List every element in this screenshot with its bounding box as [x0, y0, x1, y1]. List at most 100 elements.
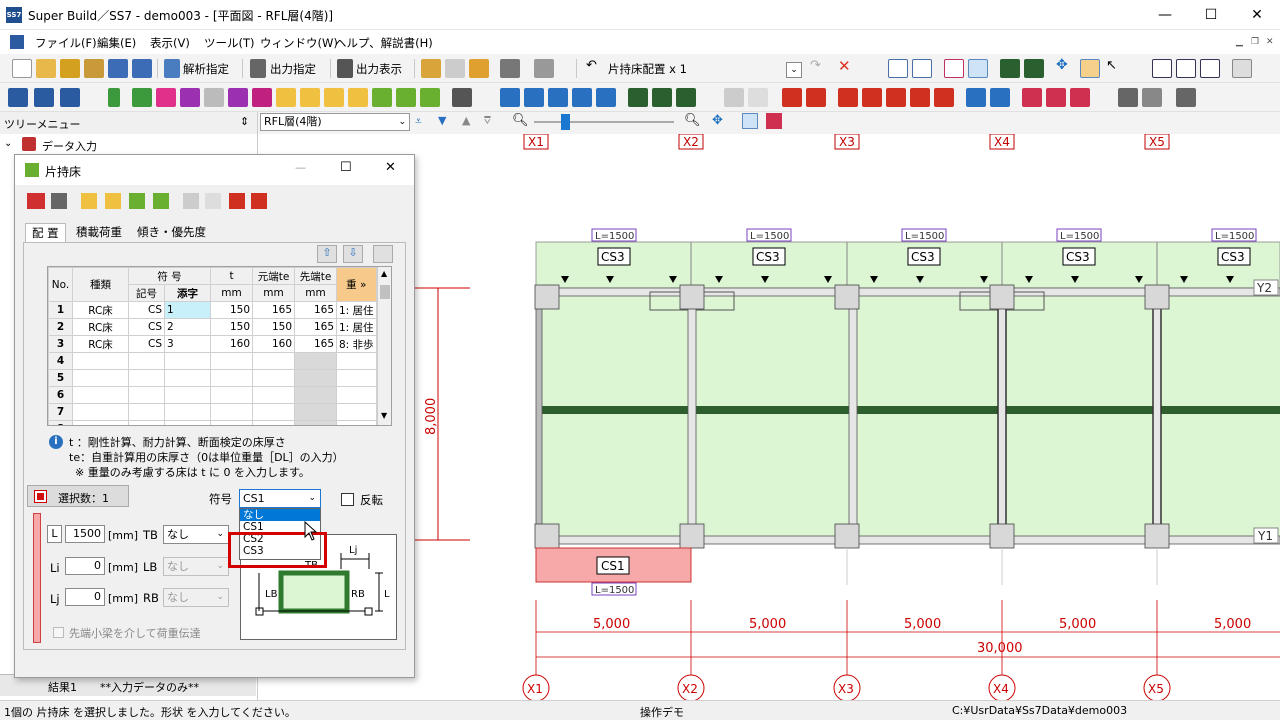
up-marker-icon[interactable] [1022, 88, 1042, 107]
beam-x4[interactable] [997, 295, 1007, 537]
dialog-edit-icon[interactable] [51, 193, 67, 209]
table-row[interactable]: 4 [48, 352, 377, 370]
table-row[interactable]: 7 [48, 403, 377, 421]
beam-x3[interactable] [848, 295, 858, 537]
pointer-icon[interactable]: ↖ [1106, 58, 1117, 73]
home-view-icon[interactable] [742, 113, 758, 129]
double-chevron-icon[interactable]: » [360, 279, 366, 291]
sub-beam[interactable] [540, 406, 1280, 414]
zoom-slider-thumb[interactable] [561, 114, 570, 130]
layer-red-icon[interactable] [1070, 88, 1090, 107]
dialog-load2-icon[interactable] [251, 193, 267, 209]
zoom-in-icon[interactable]: 🔍︎ [684, 113, 701, 128]
beam-x2[interactable] [687, 295, 697, 537]
dialog-close-button[interactable]: ✕ [385, 160, 396, 175]
scroll-thumb[interactable] [380, 285, 390, 299]
tree-item-data-input[interactable]: データ入力 [42, 138, 97, 154]
erase-icon[interactable] [1142, 88, 1162, 107]
open-folder-icon[interactable] [36, 59, 56, 78]
load3-icon[interactable] [838, 88, 858, 107]
table-row[interactable]: 6 [48, 386, 377, 404]
table-row[interactable]: 3 RC床 CS 3 160 160 165 8: 非歩 [48, 335, 377, 353]
beam-x5[interactable] [1152, 295, 1162, 537]
menu-view[interactable]: 表示(V) [150, 35, 190, 51]
tab-slope-priority[interactable]: 傾き・優先度 [131, 223, 212, 243]
cell-t[interactable]: 150 [210, 318, 253, 336]
clipboard-icon[interactable] [469, 59, 489, 78]
mdi-close-icon[interactable]: ✕ [1266, 37, 1274, 47]
menu-help[interactable]: ヘルプ、解説書(H) [335, 35, 433, 51]
beam-x1[interactable] [535, 295, 543, 537]
pencil-icon[interactable] [276, 88, 296, 107]
cell-load[interactable]: 8: 非歩 [336, 335, 377, 353]
tab-live-load[interactable]: 積載荷重 [70, 223, 128, 243]
cell-load[interactable]: 1: 居住 [336, 318, 377, 336]
L-input[interactable]: 1500 [65, 525, 105, 543]
support-icon[interactable] [628, 88, 648, 107]
tab-placement[interactable]: 配 置 [25, 223, 66, 243]
cell-sub[interactable]: 2 [164, 318, 211, 336]
view-window-icon[interactable] [912, 59, 932, 78]
analysis-button[interactable]: 解析指定 [183, 61, 229, 77]
brace-icon[interactable] [228, 88, 248, 107]
Li-input[interactable]: 0 [65, 557, 105, 575]
chevron-down-icon[interactable]: ⌄ [4, 138, 12, 149]
tile-h-icon[interactable] [1176, 59, 1196, 78]
redo-icon[interactable]: ↷ [810, 58, 821, 73]
move-node-icon[interactable] [596, 88, 616, 107]
slab-icon[interactable] [180, 88, 200, 107]
cell-te-base[interactable]: 150 [252, 318, 295, 336]
zoom-out-icon[interactable]: 🔍︎ [512, 113, 529, 128]
dialog-cantilever2-icon[interactable] [153, 193, 169, 209]
cell-te-base[interactable]: 165 [252, 301, 295, 319]
table-icon[interactable] [452, 88, 472, 107]
move-down-icon[interactable]: ⇩ [343, 245, 363, 263]
cascade-icon[interactable] [1152, 59, 1172, 78]
cell-sym[interactable]: CS [128, 318, 165, 336]
envelope-icon[interactable] [324, 88, 344, 107]
minimize-button[interactable]: — [1142, 0, 1188, 30]
link-icon[interactable] [966, 88, 986, 107]
floor-icon[interactable] [300, 88, 320, 107]
cantilever2-icon[interactable] [396, 88, 416, 107]
tile-v-icon[interactable] [1200, 59, 1220, 78]
output-view-icon[interactable] [337, 59, 353, 78]
mdi-minimize-icon[interactable]: ▁ [1236, 37, 1243, 47]
dialog-load-icon[interactable] [229, 193, 245, 209]
wall2-icon[interactable] [252, 88, 272, 107]
table-row[interactable]: 8 [48, 420, 377, 425]
cell-sub[interactable]: 3 [164, 335, 211, 353]
scroll-down-icon[interactable]: ▼ [381, 411, 387, 420]
cell-sym[interactable]: CS [128, 301, 165, 319]
down-floor-icon[interactable] [1024, 59, 1044, 78]
save-as-icon[interactable] [132, 59, 152, 78]
slab-load-icon[interactable] [348, 88, 368, 107]
up-floor-icon[interactable] [1000, 59, 1020, 78]
cell-kind[interactable]: RC床 [72, 335, 129, 353]
close-button[interactable]: ✕ [1234, 0, 1280, 30]
print-setup-icon[interactable] [1118, 88, 1138, 107]
support2-icon[interactable] [652, 88, 672, 107]
table-scrollbar[interactable]: ▲ ▼ [377, 267, 391, 425]
pin-icon[interactable]: ⇕ [240, 115, 249, 128]
cell-te-tip[interactable]: 165 [294, 318, 337, 336]
floor-next-icon[interactable]: ▲ [462, 114, 470, 127]
new-file-icon[interactable] [12, 59, 32, 78]
settings-icon[interactable] [1176, 88, 1196, 107]
layer-icon[interactable] [60, 88, 80, 107]
hand-icon[interactable] [1080, 59, 1100, 78]
rotate-icon[interactable] [572, 88, 592, 107]
menu-edit[interactable]: 編集(E) [97, 35, 136, 51]
cell-te-tip[interactable]: 165 [294, 301, 337, 319]
dialog-maximize-button[interactable]: ☐ [340, 160, 352, 175]
grid-icon[interactable] [944, 59, 964, 78]
table-row[interactable]: 2 RC床 CS 2 150 150 165 1: 居住 [48, 318, 377, 336]
load-icon[interactable] [782, 88, 802, 107]
dropdown-option-none[interactable]: なし [240, 509, 320, 521]
beam-icon[interactable] [132, 88, 152, 107]
paste-icon[interactable] [445, 59, 465, 78]
wall-icon[interactable] [156, 88, 176, 107]
cell-te-tip[interactable]: 165 [294, 335, 337, 353]
window-list-icon[interactable] [1232, 59, 1252, 78]
dialog-slab-icon[interactable] [105, 193, 121, 209]
